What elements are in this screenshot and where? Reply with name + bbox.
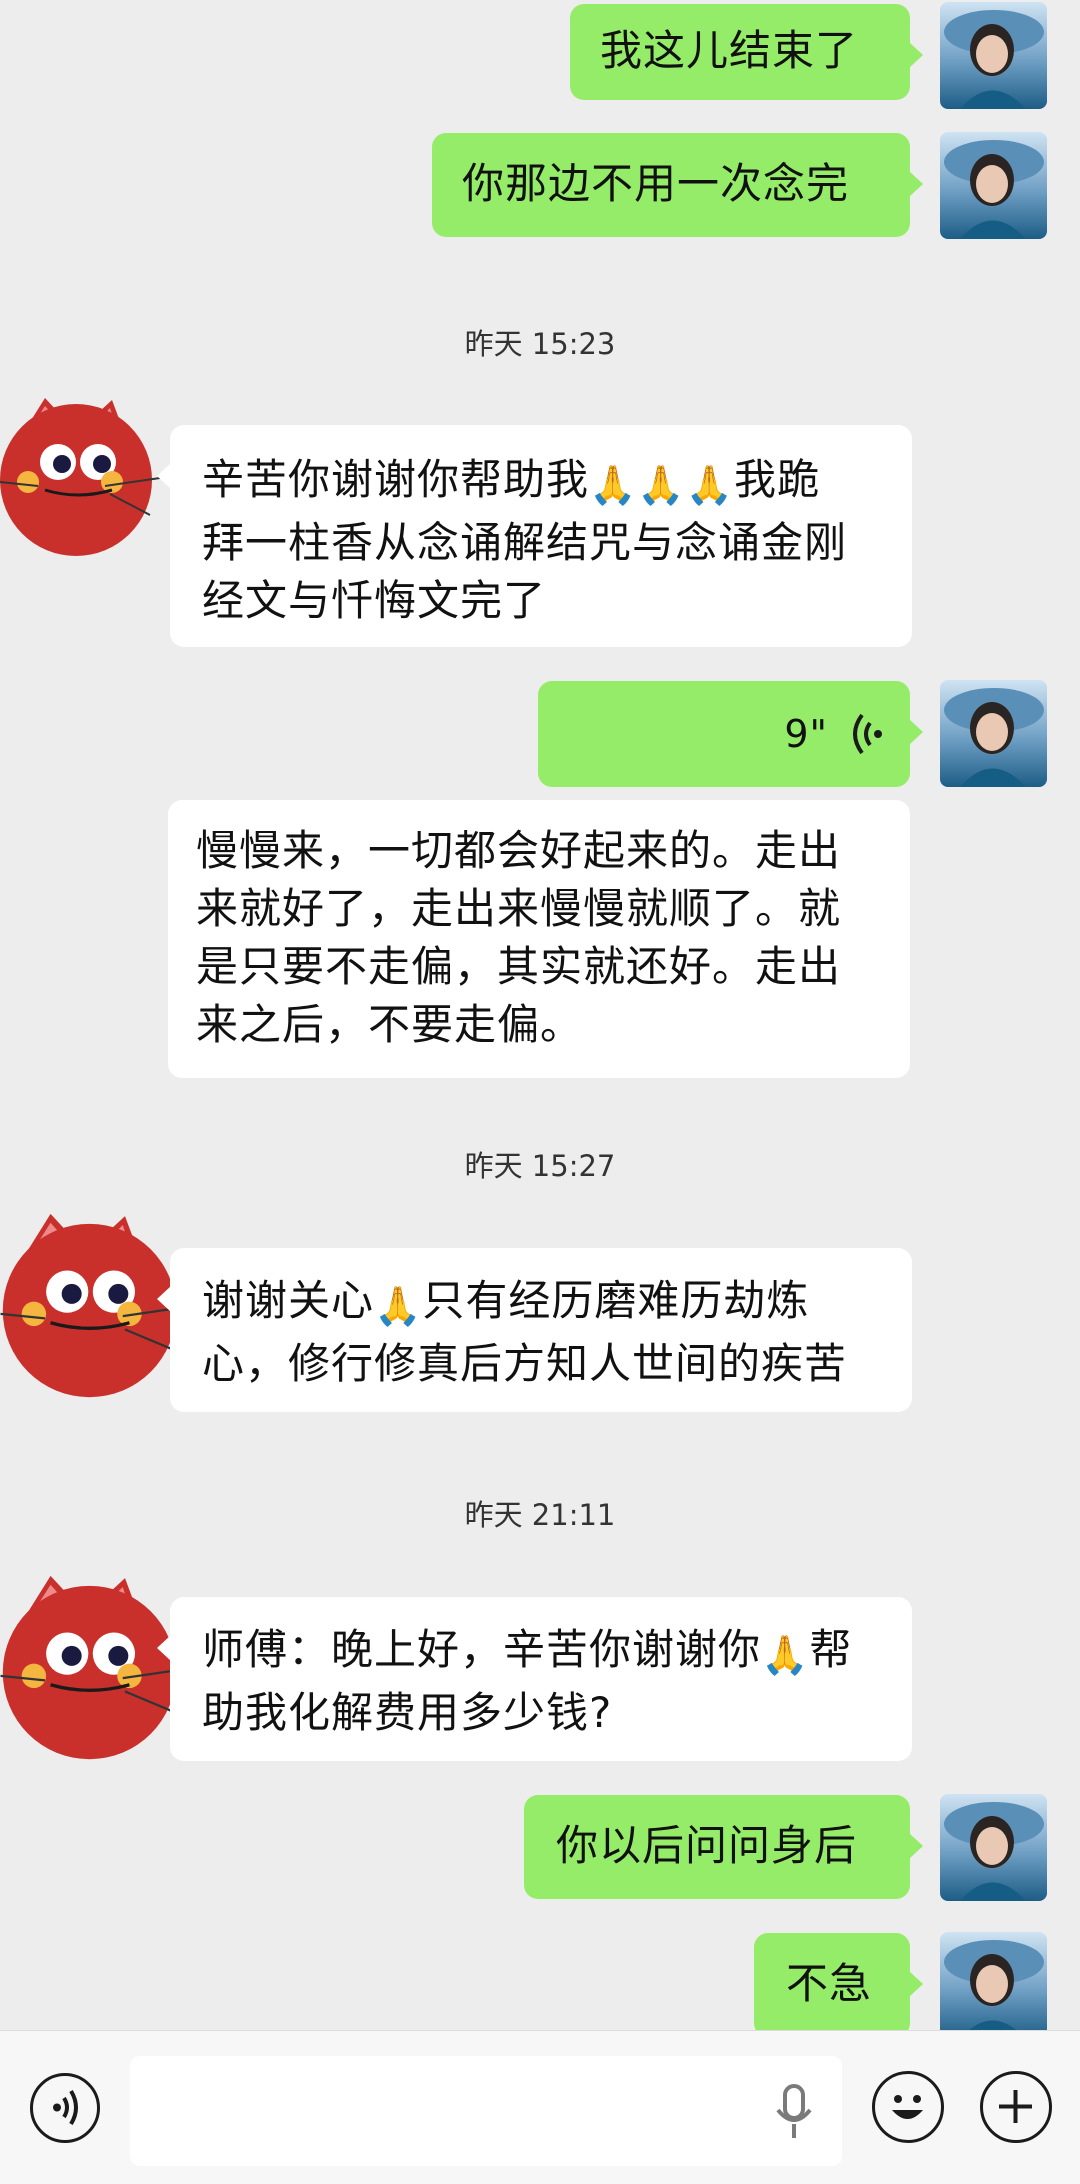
- contact-avatar[interactable]: [0, 390, 170, 560]
- message-text: 我这儿结束了: [600, 26, 859, 75]
- my-avatar[interactable]: [940, 132, 1047, 239]
- pray-emoji-icon: 🙏: [761, 1633, 810, 1677]
- timestamp: 昨天 15:27: [464, 1149, 616, 1183]
- my-avatar[interactable]: [940, 2, 1047, 109]
- voice-wave-icon: [853, 713, 882, 755]
- message-bubble-in[interactable]: 师傅：晚上好，辛苦你谢谢你🙏帮 助我化解费用多少钱?: [157, 1597, 912, 1761]
- message-bubble-in[interactable]: 慢慢来，一切都会好起来的。走出 来就好了，走出来慢慢就顺了。就 是只要不走偏，其…: [168, 800, 910, 1078]
- timestamp: 昨天 21:11: [464, 1498, 616, 1532]
- message-bubble-in[interactable]: 谢谢关心🙏只有经历磨难历劫炼 心，修行修真后方知人世间的疾苦: [157, 1248, 912, 1412]
- message-line: 师傅：晚上好，辛苦你谢谢你🙏帮: [202, 1625, 853, 1677]
- pray-emoji-icon: 🙏🙏🙏: [589, 463, 734, 507]
- message-line: 拜一柱香从念诵解结咒与念诵金刚: [202, 518, 848, 567]
- microphone-icon[interactable]: [774, 2084, 814, 2140]
- message-line: 来之后，不要走偏。: [196, 1000, 584, 1049]
- my-avatar[interactable]: [940, 1794, 1047, 1901]
- plus-icon: [999, 2090, 1032, 2123]
- more-button[interactable]: [980, 2071, 1052, 2143]
- message-bubble-out[interactable]: 你以后问问身后: [524, 1795, 923, 1899]
- chat-area[interactable]: 我这儿结束了 你那边不用一次念完 昨天 15:23 辛苦你谢谢你帮助我🙏🙏🙏我跪: [0, 0, 1080, 2030]
- voice-mode-button[interactable]: [30, 2073, 100, 2143]
- message-bubble-out[interactable]: 我这儿结束了: [570, 4, 923, 100]
- emoji-button[interactable]: [872, 2071, 944, 2143]
- message-input[interactable]: [130, 2056, 842, 2166]
- message-line: 来就好了，走出来慢慢就顺了。就: [196, 884, 842, 933]
- timestamp: 昨天 15:23: [464, 327, 616, 361]
- voice-message-bubble[interactable]: 9": [538, 681, 923, 787]
- message-bubble-out[interactable]: 你那边不用一次念完: [432, 133, 923, 237]
- pray-emoji-icon: 🙏: [374, 1284, 423, 1328]
- voice-duration: 9": [784, 712, 828, 756]
- message-line: 心，修行修真后方知人世间的疾苦: [202, 1339, 848, 1388]
- message-line: 慢慢来，一切都会好起来的。走出: [196, 826, 842, 875]
- message-line: 经文与忏悔文完了: [202, 576, 547, 625]
- input-toolbar: [0, 2030, 1080, 2184]
- message-bubble-in[interactable]: 辛苦你谢谢你帮助我🙏🙏🙏我跪 拜一柱香从念诵解结咒与念诵金刚 经文与忏悔文完了: [157, 425, 912, 647]
- voice-mode-icon: [53, 2089, 78, 2126]
- message-bubble-out[interactable]: 不急: [754, 1933, 923, 2030]
- message-line: 助我化解费用多少钱?: [202, 1688, 613, 1737]
- my-avatar[interactable]: [940, 680, 1047, 787]
- message-line: 谢谢关心🙏只有经历磨难历劫炼: [202, 1276, 810, 1328]
- message-text: 你以后问问身后: [556, 1821, 858, 1870]
- emoji-icon: [892, 2095, 923, 2119]
- message-text: 不急: [786, 1959, 873, 2008]
- message-text: 你那边不用一次念完: [462, 159, 850, 208]
- my-avatar[interactable]: [940, 1932, 1047, 2030]
- contact-avatar[interactable]: [0, 1567, 190, 1767]
- message-line: 辛苦你谢谢你帮助我🙏🙏🙏我跪: [202, 455, 820, 507]
- message-line: 是只要不走偏，其实就还好。走出: [196, 942, 842, 991]
